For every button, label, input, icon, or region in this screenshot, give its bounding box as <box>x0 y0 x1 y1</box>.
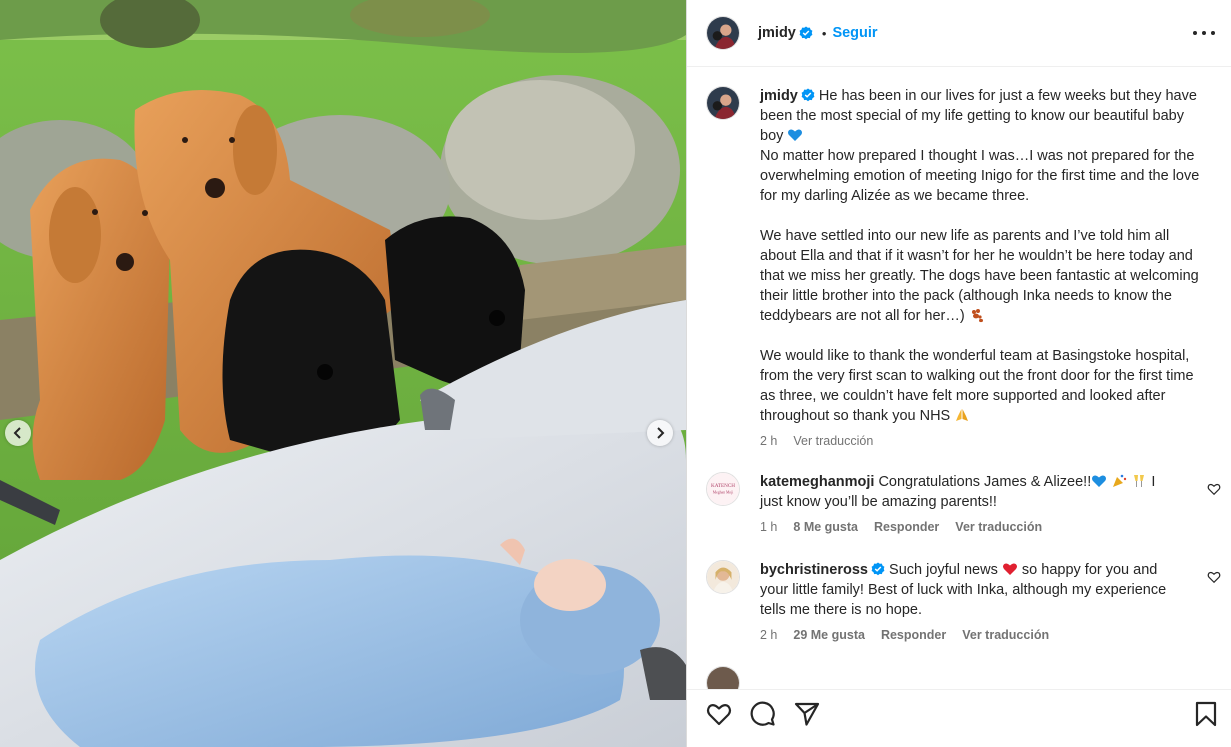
like-button[interactable] <box>705 700 733 728</box>
comment-item: KATENCH Meghan Moji katemeghanmoji Congr… <box>687 472 1231 534</box>
verified-badge-icon <box>871 562 885 576</box>
caption-text: jmidy He has been in our lives for just … <box>760 86 1203 426</box>
caption-translate-link[interactable]: Ver traducción <box>793 434 873 448</box>
blue-heart-icon <box>788 129 803 141</box>
comment-item: bychristineross Such joyful news so happ… <box>687 560 1231 642</box>
avatar-logo-text-2: Meghan Moji <box>713 491 734 495</box>
avatar-image <box>707 561 739 593</box>
comment-body-part-1: Such joyful news <box>889 562 998 578</box>
save-button[interactable] <box>1192 700 1220 728</box>
comment-text: katemeghanmoji Congratulations James & A… <box>760 472 1203 512</box>
separator-dot: • <box>821 25 827 41</box>
paw-prints-icon <box>971 309 983 323</box>
caption-author-avatar[interactable] <box>706 86 740 120</box>
comment-username[interactable]: katemeghanmoji <box>760 474 874 490</box>
comment-reply-button[interactable]: Responder <box>881 628 946 642</box>
comment-time[interactable]: 1 h <box>760 520 777 534</box>
previous-photo-button[interactable] <box>5 420 31 446</box>
folded-hands-icon <box>956 409 969 421</box>
follow-button[interactable]: Seguir <box>832 25 877 41</box>
next-photo-button[interactable] <box>647 420 673 446</box>
caption-paragraph-4: We would like to thank the wonderful tea… <box>760 348 1198 424</box>
post-side-panel: jmidy • Seguir jmidy He has been in our … <box>686 0 1231 747</box>
comment-translate-link[interactable]: Ver traducción <box>962 628 1049 642</box>
comment-time[interactable]: 2 h <box>760 628 777 642</box>
red-heart-icon <box>1002 563 1017 575</box>
verified-badge-icon <box>799 26 813 40</box>
comment-meta: 2 h 29 Me gusta Responder Ver traducción <box>760 628 1203 642</box>
caption-username[interactable]: jmidy <box>760 88 798 104</box>
caption-meta: 2 h Ver traducción <box>760 434 1203 448</box>
send-icon <box>794 702 820 726</box>
avatar-image <box>707 17 739 49</box>
comment-likes[interactable]: 29 Me gusta <box>793 628 865 642</box>
blue-heart-icon <box>1092 475 1107 487</box>
caption-time[interactable]: 2 h <box>760 434 777 448</box>
post-caption: jmidy He has been in our lives for just … <box>687 86 1231 448</box>
comment-translate-link[interactable]: Ver traducción <box>955 520 1042 534</box>
chevron-left-icon <box>13 427 21 439</box>
commenter-avatar[interactable] <box>706 560 740 594</box>
instagram-post: jmidy • Seguir jmidy He has been in our … <box>0 0 1231 747</box>
commenter-avatar[interactable] <box>706 666 740 689</box>
comments-scroll-area[interactable]: jmidy He has been in our lives for just … <box>687 67 1231 689</box>
avatar-logo-text-1: KATENCH <box>711 483 735 489</box>
more-options-icon[interactable] <box>1193 23 1215 43</box>
avatar-image <box>707 87 739 119</box>
author-username[interactable]: jmidy <box>758 25 796 41</box>
caption-paragraph-2: No matter how prepared I thought I was…I… <box>760 148 1204 204</box>
post-header: jmidy • Seguir <box>687 0 1231 67</box>
verified-badge-icon <box>801 88 815 102</box>
post-photo[interactable] <box>0 0 686 747</box>
commenter-avatar[interactable]: KATENCH Meghan Moji <box>706 472 740 506</box>
comment-reply-button[interactable]: Responder <box>874 520 939 534</box>
heart-icon <box>706 704 732 726</box>
comment-body-part-1: Congratulations James & Alizee!! <box>878 474 1092 490</box>
comment-likes[interactable]: 8 Me gusta <box>793 520 858 534</box>
caption-paragraph-1: He has been in our lives for just a few … <box>760 88 1201 144</box>
avatar-image <box>707 667 739 689</box>
comment-button[interactable] <box>749 700 777 728</box>
comment-username[interactable]: bychristineross <box>760 562 868 578</box>
comment-text: bychristineross Such joyful news so happ… <box>760 560 1203 620</box>
chevron-right-icon <box>657 427 665 439</box>
clinking-glasses-icon <box>1134 475 1145 487</box>
photo-dogs-and-baby-pram <box>0 0 686 747</box>
comment-like-heart-icon[interactable] <box>1207 570 1221 584</box>
avatar-image: KATENCH Meghan Moji <box>707 473 739 505</box>
comment-icon <box>750 701 775 726</box>
post-action-bar <box>687 689 1231 747</box>
author-avatar[interactable] <box>706 16 740 50</box>
comment-like-heart-icon[interactable] <box>1207 482 1221 496</box>
comment-meta: 1 h 8 Me gusta Responder Ver traducción <box>760 520 1203 534</box>
bookmark-icon <box>1195 701 1217 727</box>
share-button[interactable] <box>793 700 821 728</box>
party-popper-icon <box>1113 474 1127 487</box>
